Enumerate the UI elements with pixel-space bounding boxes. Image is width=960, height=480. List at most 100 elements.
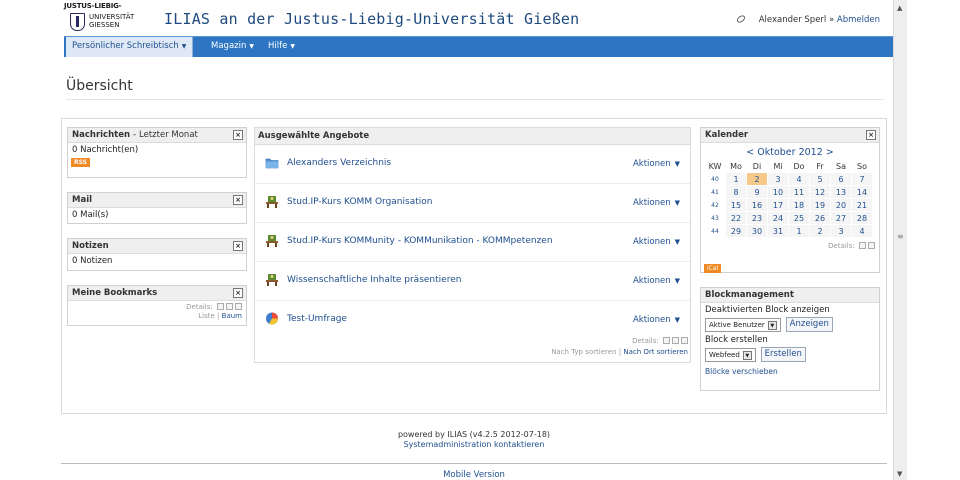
bookmarks-details: Details:	[68, 301, 246, 311]
calendar-day[interactable]: 31	[768, 225, 788, 237]
calendar-day[interactable]: 13	[831, 186, 851, 198]
scroll-up-icon[interactable]: ▲	[897, 4, 902, 12]
rss-button[interactable]: RSS	[71, 158, 90, 167]
tree-view-link[interactable]: Baum	[222, 312, 242, 320]
scroll-grip-icon[interactable]: ≡	[897, 232, 904, 241]
list-view-link[interactable]: Liste	[198, 312, 215, 320]
close-icon[interactable]: ×	[233, 241, 243, 251]
calendar-day-today[interactable]: 2	[747, 173, 767, 185]
calendar-day[interactable]: 25	[789, 212, 809, 224]
details-full-icon[interactable]	[235, 303, 242, 310]
calendar-day[interactable]: 22	[726, 212, 746, 224]
details-full-icon[interactable]	[681, 337, 688, 344]
calendar-day[interactable]: 6	[831, 173, 851, 185]
actions-dropdown[interactable]: Aktionen ▼	[633, 315, 680, 325]
calendar-day[interactable]: 1	[789, 225, 809, 237]
ical-button[interactable]: iCal	[704, 264, 722, 273]
prev-month-link[interactable]: <	[746, 147, 754, 158]
calendar-day[interactable]: 28	[852, 212, 872, 224]
scroll-down-icon[interactable]: ▼	[897, 470, 902, 478]
sort-by-type-link[interactable]: Nach Typ sortieren	[551, 348, 616, 356]
item-title-link[interactable]: Test-Umfrage	[287, 314, 347, 324]
deactivated-block-select[interactable]: Aktive Benutzer ▼	[705, 317, 781, 332]
link-icon[interactable]	[736, 14, 746, 24]
calendar-day[interactable]: 16	[747, 199, 767, 211]
logout-link[interactable]: Abmelden	[837, 15, 880, 25]
calendar-day[interactable]: 30	[747, 225, 767, 237]
calendar-day[interactable]: 23	[747, 212, 767, 224]
user-separator: »	[829, 15, 835, 25]
calendar-day[interactable]: 3	[768, 173, 788, 185]
calendar-day[interactable]: 4	[852, 225, 872, 237]
calendar-day[interactable]: 18	[789, 199, 809, 211]
week-number[interactable]: 41	[705, 186, 725, 198]
calendar-day[interactable]: 11	[789, 186, 809, 198]
actions-dropdown[interactable]: Aktionen ▼	[633, 198, 680, 208]
item-title-link[interactable]: Alexanders Verzeichnis	[287, 158, 391, 168]
calendar-day[interactable]: 12	[810, 186, 830, 198]
bookmarks-title: Meine Bookmarks	[72, 288, 158, 298]
next-month-link[interactable]: >	[826, 147, 834, 158]
calendar-day[interactable]: 20	[831, 199, 851, 211]
close-icon[interactable]: ×	[233, 130, 243, 140]
menu-help[interactable]: Hilfe ▼	[262, 37, 301, 57]
col-header: Di	[752, 161, 762, 171]
menu-repository[interactable]: Magazin ▼	[205, 37, 260, 57]
blockmanagement-block: Blockmanagement Deaktivierten Block anze…	[700, 287, 880, 391]
news-count: 0 Nachricht(en)	[72, 145, 139, 155]
calendar-day[interactable]: 24	[768, 212, 788, 224]
actions-dropdown[interactable]: Aktionen ▼	[633, 237, 680, 247]
calendar-day[interactable]: 19	[810, 199, 830, 211]
calendar-day[interactable]: 1	[726, 173, 746, 185]
item-title-link[interactable]: Stud.IP-Kurs KOMM Organisation	[287, 197, 432, 207]
week-number[interactable]: 44	[705, 225, 725, 237]
mobile-version-link[interactable]: Mobile Version	[54, 470, 894, 480]
calendar-day[interactable]: 7	[852, 173, 872, 185]
select-value: Aktive Benutzer	[709, 320, 765, 329]
calendar-day[interactable]: 5	[810, 173, 830, 185]
calendar-day[interactable]: 14	[852, 186, 872, 198]
close-icon[interactable]: ×	[233, 195, 243, 205]
move-blocks-link[interactable]: Blöcke verschieben	[701, 363, 879, 380]
calendar-day[interactable]: 26	[810, 212, 830, 224]
calendar-day[interactable]: 4	[789, 173, 809, 185]
page-title: Übersicht	[66, 78, 133, 94]
admin-contact-link[interactable]: Systemadministration kontaktieren	[404, 440, 545, 449]
calendar-day[interactable]: 8	[726, 186, 746, 198]
calendar-day[interactable]: 3	[831, 225, 851, 237]
calendar-day[interactable]: 15	[726, 199, 746, 211]
actions-dropdown[interactable]: Aktionen ▼	[633, 276, 680, 286]
item-title-link[interactable]: Stud.IP-Kurs KOMMunity - KOMMunikation -…	[287, 236, 553, 246]
vertical-scrollbar[interactable]: ▲ ≡ ▼	[893, 0, 907, 480]
actions-dropdown[interactable]: Aktionen ▼	[633, 159, 680, 169]
details-small-icon[interactable]	[217, 303, 224, 310]
calendar-day[interactable]: 29	[726, 225, 746, 237]
calendar-week-row: 40 1 2 3 4 5 6 7	[705, 173, 872, 185]
details-full-icon[interactable]	[868, 242, 875, 249]
university-logo[interactable]: JUSTUS-LIEBIG- UNIVERSITÄT GIESSEN	[64, 2, 154, 34]
mail-block: Mail × 0 Mail(s)	[67, 192, 247, 224]
sort-by-location-link[interactable]: Nach Ort sortieren	[623, 348, 688, 356]
calendar-day[interactable]: 27	[831, 212, 851, 224]
week-number[interactable]: 43	[705, 212, 725, 224]
create-button[interactable]: Erstellen	[760, 347, 806, 362]
calendar-day[interactable]: 17	[768, 199, 788, 211]
item-title-link[interactable]: Wissenschaftliche Inhalte präsentieren	[287, 275, 461, 285]
details-small-icon[interactable]	[859, 242, 866, 249]
week-number[interactable]: 42	[705, 199, 725, 211]
close-icon[interactable]: ×	[233, 288, 243, 298]
show-button[interactable]: Anzeigen	[785, 317, 833, 332]
calendar-day[interactable]: 9	[747, 186, 767, 198]
menu-personal-desktop[interactable]: Persönlicher Schreibtisch ▼	[66, 37, 194, 57]
list-item: Alexanders Verzeichnis Aktionen ▼	[255, 145, 690, 184]
calendar-day[interactable]: 2	[810, 225, 830, 237]
calendar-day[interactable]: 21	[852, 199, 872, 211]
details-medium-icon[interactable]	[226, 303, 233, 310]
calendar-day[interactable]: 10	[768, 186, 788, 198]
details-medium-icon[interactable]	[672, 337, 679, 344]
create-block-select[interactable]: Webfeed ▼	[705, 347, 756, 362]
week-number[interactable]: 40	[705, 173, 725, 185]
close-icon[interactable]: ×	[866, 130, 876, 140]
footer: powered by ILIAS (v4.2.5 2012-07-18) Sys…	[54, 430, 894, 450]
details-small-icon[interactable]	[663, 337, 670, 344]
